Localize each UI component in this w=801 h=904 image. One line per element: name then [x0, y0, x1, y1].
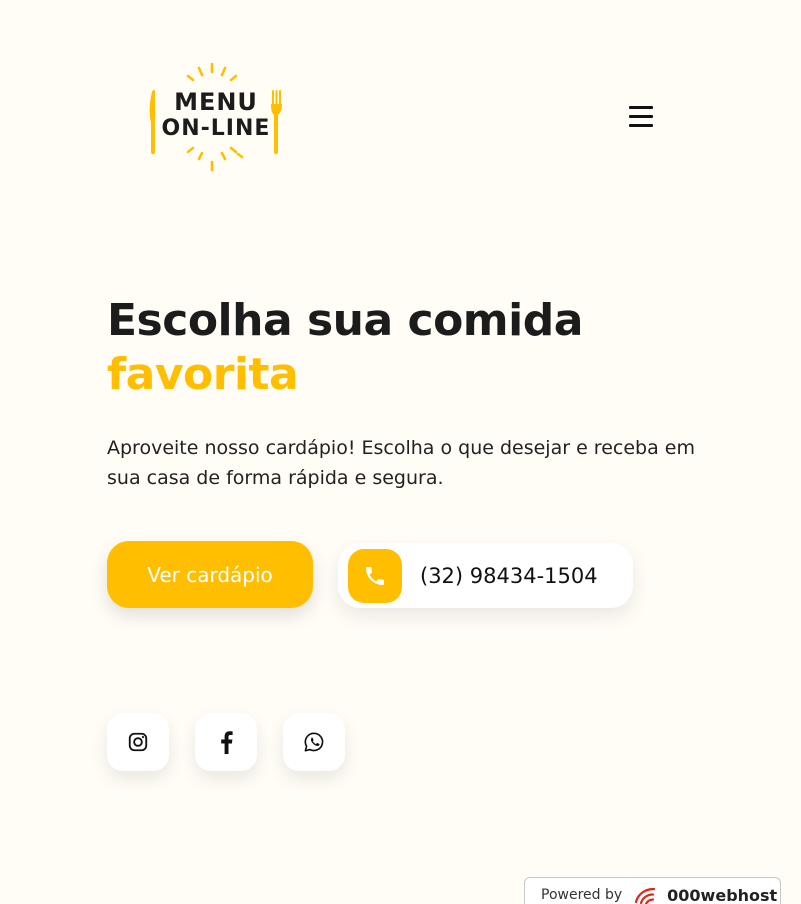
hero-title: Escolha sua comida favorita: [107, 294, 707, 402]
logo-text-line2: ON-LINE: [161, 116, 271, 141]
powered-by-label: Powered by: [541, 887, 623, 903]
instagram-icon: [128, 732, 148, 752]
view-menu-button-label: Ver cardápio: [147, 562, 273, 587]
webhost-brand: 000webhost: [667, 885, 778, 904]
hamburger-bar: [629, 124, 653, 127]
webhost-logo-icon: [632, 884, 662, 904]
phone-icon: [348, 548, 402, 603]
phone-contact[interactable]: (32) 98434-1504: [338, 543, 633, 608]
view-menu-button[interactable]: Ver cardápio: [107, 541, 313, 608]
whatsapp-button[interactable]: [283, 713, 345, 771]
hero-title-main: Escolha sua comida: [107, 295, 583, 346]
hamburger-icon[interactable]: [629, 106, 653, 127]
powered-by-badge[interactable]: Powered by 000webhost: [524, 877, 781, 904]
site-logo[interactable]: MENU ON-LINE: [146, 60, 286, 176]
page: MENU ON-LINE Escolha sua comida favorita…: [0, 0, 801, 904]
whatsapp-icon: [304, 732, 324, 752]
facebook-button[interactable]: [195, 713, 257, 771]
phone-number: (32) 98434-1504: [420, 563, 598, 588]
hero-description: Aproveite nosso cardápio! Escolha o que …: [107, 437, 695, 489]
hamburger-bar: [629, 106, 653, 109]
facebook-icon: [221, 731, 233, 754]
logo-text-line1: MENU: [174, 88, 258, 116]
hero-title-accent: favorita: [107, 349, 299, 400]
hamburger-bar: [629, 115, 653, 118]
instagram-button[interactable]: [107, 713, 169, 771]
